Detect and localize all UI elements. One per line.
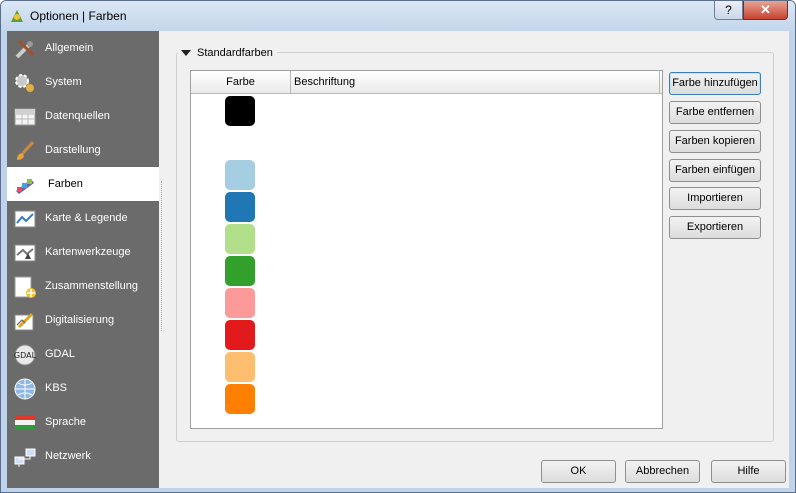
- export-button[interactable]: Exportieren: [669, 216, 761, 239]
- sidebar-item-sprache[interactable]: Sprache: [7, 405, 159, 439]
- network-icon: [14, 448, 36, 467]
- paste-colors-button[interactable]: Farben einfügen: [669, 159, 761, 182]
- qgis-app-icon: [11, 10, 23, 22]
- sidebar-item-system[interactable]: System: [7, 65, 159, 99]
- composer-icon: [14, 276, 36, 298]
- sidebar-item-farben[interactable]: Farben: [7, 167, 159, 201]
- sidebar-item-label: KBS: [45, 382, 68, 394]
- sidebar-item-netzwerk[interactable]: Netzwerk: [7, 439, 159, 473]
- column-header-beschriftung[interactable]: Beschriftung: [294, 71, 355, 93]
- sidebar-item-zusammenstellung[interactable]: Zusammenstellung: [7, 269, 159, 303]
- sidebar-item-label: Sprache: [45, 416, 86, 428]
- palette-icon: [16, 179, 34, 194]
- sidebar-item-label: GDAL: [45, 348, 75, 360]
- group-collapse-toggle[interactable]: Standardfarben: [178, 47, 277, 59]
- sidebar-item-label: Zusammenstellung: [45, 280, 138, 292]
- group-title: Standardfarben: [197, 47, 273, 59]
- column-header-farbe[interactable]: Farbe: [191, 71, 291, 93]
- map-legend-icon: [14, 210, 36, 228]
- color-swatch[interactable]: [225, 352, 255, 382]
- sidebar-item-label: System: [45, 76, 82, 88]
- header-divider: [659, 71, 660, 93]
- brush-icon: [17, 140, 35, 160]
- gdal-icon: GDAL: [14, 344, 37, 366]
- sidebar-item-allgemein[interactable]: Allgemein: [7, 31, 159, 65]
- color-swatch[interactable]: [225, 288, 255, 318]
- ok-button[interactable]: OK: [541, 460, 616, 483]
- color-swatch[interactable]: [225, 224, 255, 254]
- add-color-button[interactable]: Farbe hinzufügen: [669, 72, 761, 95]
- color-table[interactable]: Farbe Beschriftung: [190, 70, 663, 429]
- color-swatch[interactable]: [225, 96, 255, 126]
- sidebar-item-label: Farben: [48, 178, 83, 190]
- sidebar-item-label: Netzwerk: [45, 450, 91, 462]
- sidebar-item-kartenwerkzeuge[interactable]: Kartenwerkzeuge: [7, 235, 159, 269]
- color-swatch[interactable]: [225, 192, 255, 222]
- sidebar-item-kbs[interactable]: KBS: [7, 371, 159, 405]
- sidebar-item-karte-legende[interactable]: Karte & Legende: [7, 201, 159, 235]
- options-sidebar: Allgemein System Datenquellen Darstellun…: [7, 31, 159, 488]
- sidebar-item-datenquellen[interactable]: Datenquellen: [7, 99, 159, 133]
- color-swatch[interactable]: [225, 256, 255, 286]
- color-swatch[interactable]: [225, 160, 255, 190]
- window-title: Optionen | Farben: [30, 9, 127, 23]
- sidebar-item-digitalisierung[interactable]: Digitalisierung: [7, 303, 159, 337]
- sidebar-splitter-handle[interactable]: [161, 181, 164, 331]
- title-bar[interactable]: Optionen | Farben ? ✕: [1, 1, 795, 31]
- sidebar-item-label: Kartenwerkzeuge: [45, 246, 131, 258]
- cancel-button[interactable]: Abbrechen: [625, 460, 700, 483]
- gears-icon: [15, 74, 34, 92]
- close-window-button[interactable]: ✕: [743, 1, 788, 20]
- color-swatch[interactable]: [225, 320, 255, 350]
- collapse-triangle-icon: [181, 50, 191, 57]
- sidebar-item-label: Karte & Legende: [45, 212, 128, 224]
- sidebar-item-label: Allgemein: [45, 42, 94, 54]
- import-button[interactable]: Importieren: [669, 187, 761, 210]
- sidebar-item-gdal[interactable]: GDAL GDAL: [7, 337, 159, 371]
- help-button[interactable]: Hilfe: [711, 460, 786, 483]
- tools-icon: [15, 39, 35, 59]
- help-window-button[interactable]: ?: [714, 1, 743, 20]
- language-icon: [15, 415, 35, 430]
- map-tools-icon: [14, 244, 36, 262]
- options-dialog: Optionen | Farben ? ✕ Allgemein System D…: [0, 0, 796, 493]
- table-icon: [14, 108, 36, 126]
- color-swatch[interactable]: [225, 384, 255, 414]
- sidebar-item-label: Darstellung: [45, 144, 101, 156]
- dialog-body: Allgemein System Datenquellen Darstellun…: [7, 31, 789, 488]
- remove-color-button[interactable]: Farbe entfernen: [669, 101, 761, 124]
- digitize-icon: [14, 312, 34, 331]
- copy-colors-button[interactable]: Farben kopieren: [669, 130, 761, 153]
- globe-icon: [14, 378, 36, 400]
- sidebar-item-darstellung[interactable]: Darstellung: [7, 133, 159, 167]
- svg-text:GDAL: GDAL: [14, 351, 37, 360]
- sidebar-item-label: Datenquellen: [45, 110, 110, 122]
- sidebar-item-label: Digitalisierung: [45, 314, 115, 326]
- table-header: Farbe Beschriftung: [191, 71, 662, 94]
